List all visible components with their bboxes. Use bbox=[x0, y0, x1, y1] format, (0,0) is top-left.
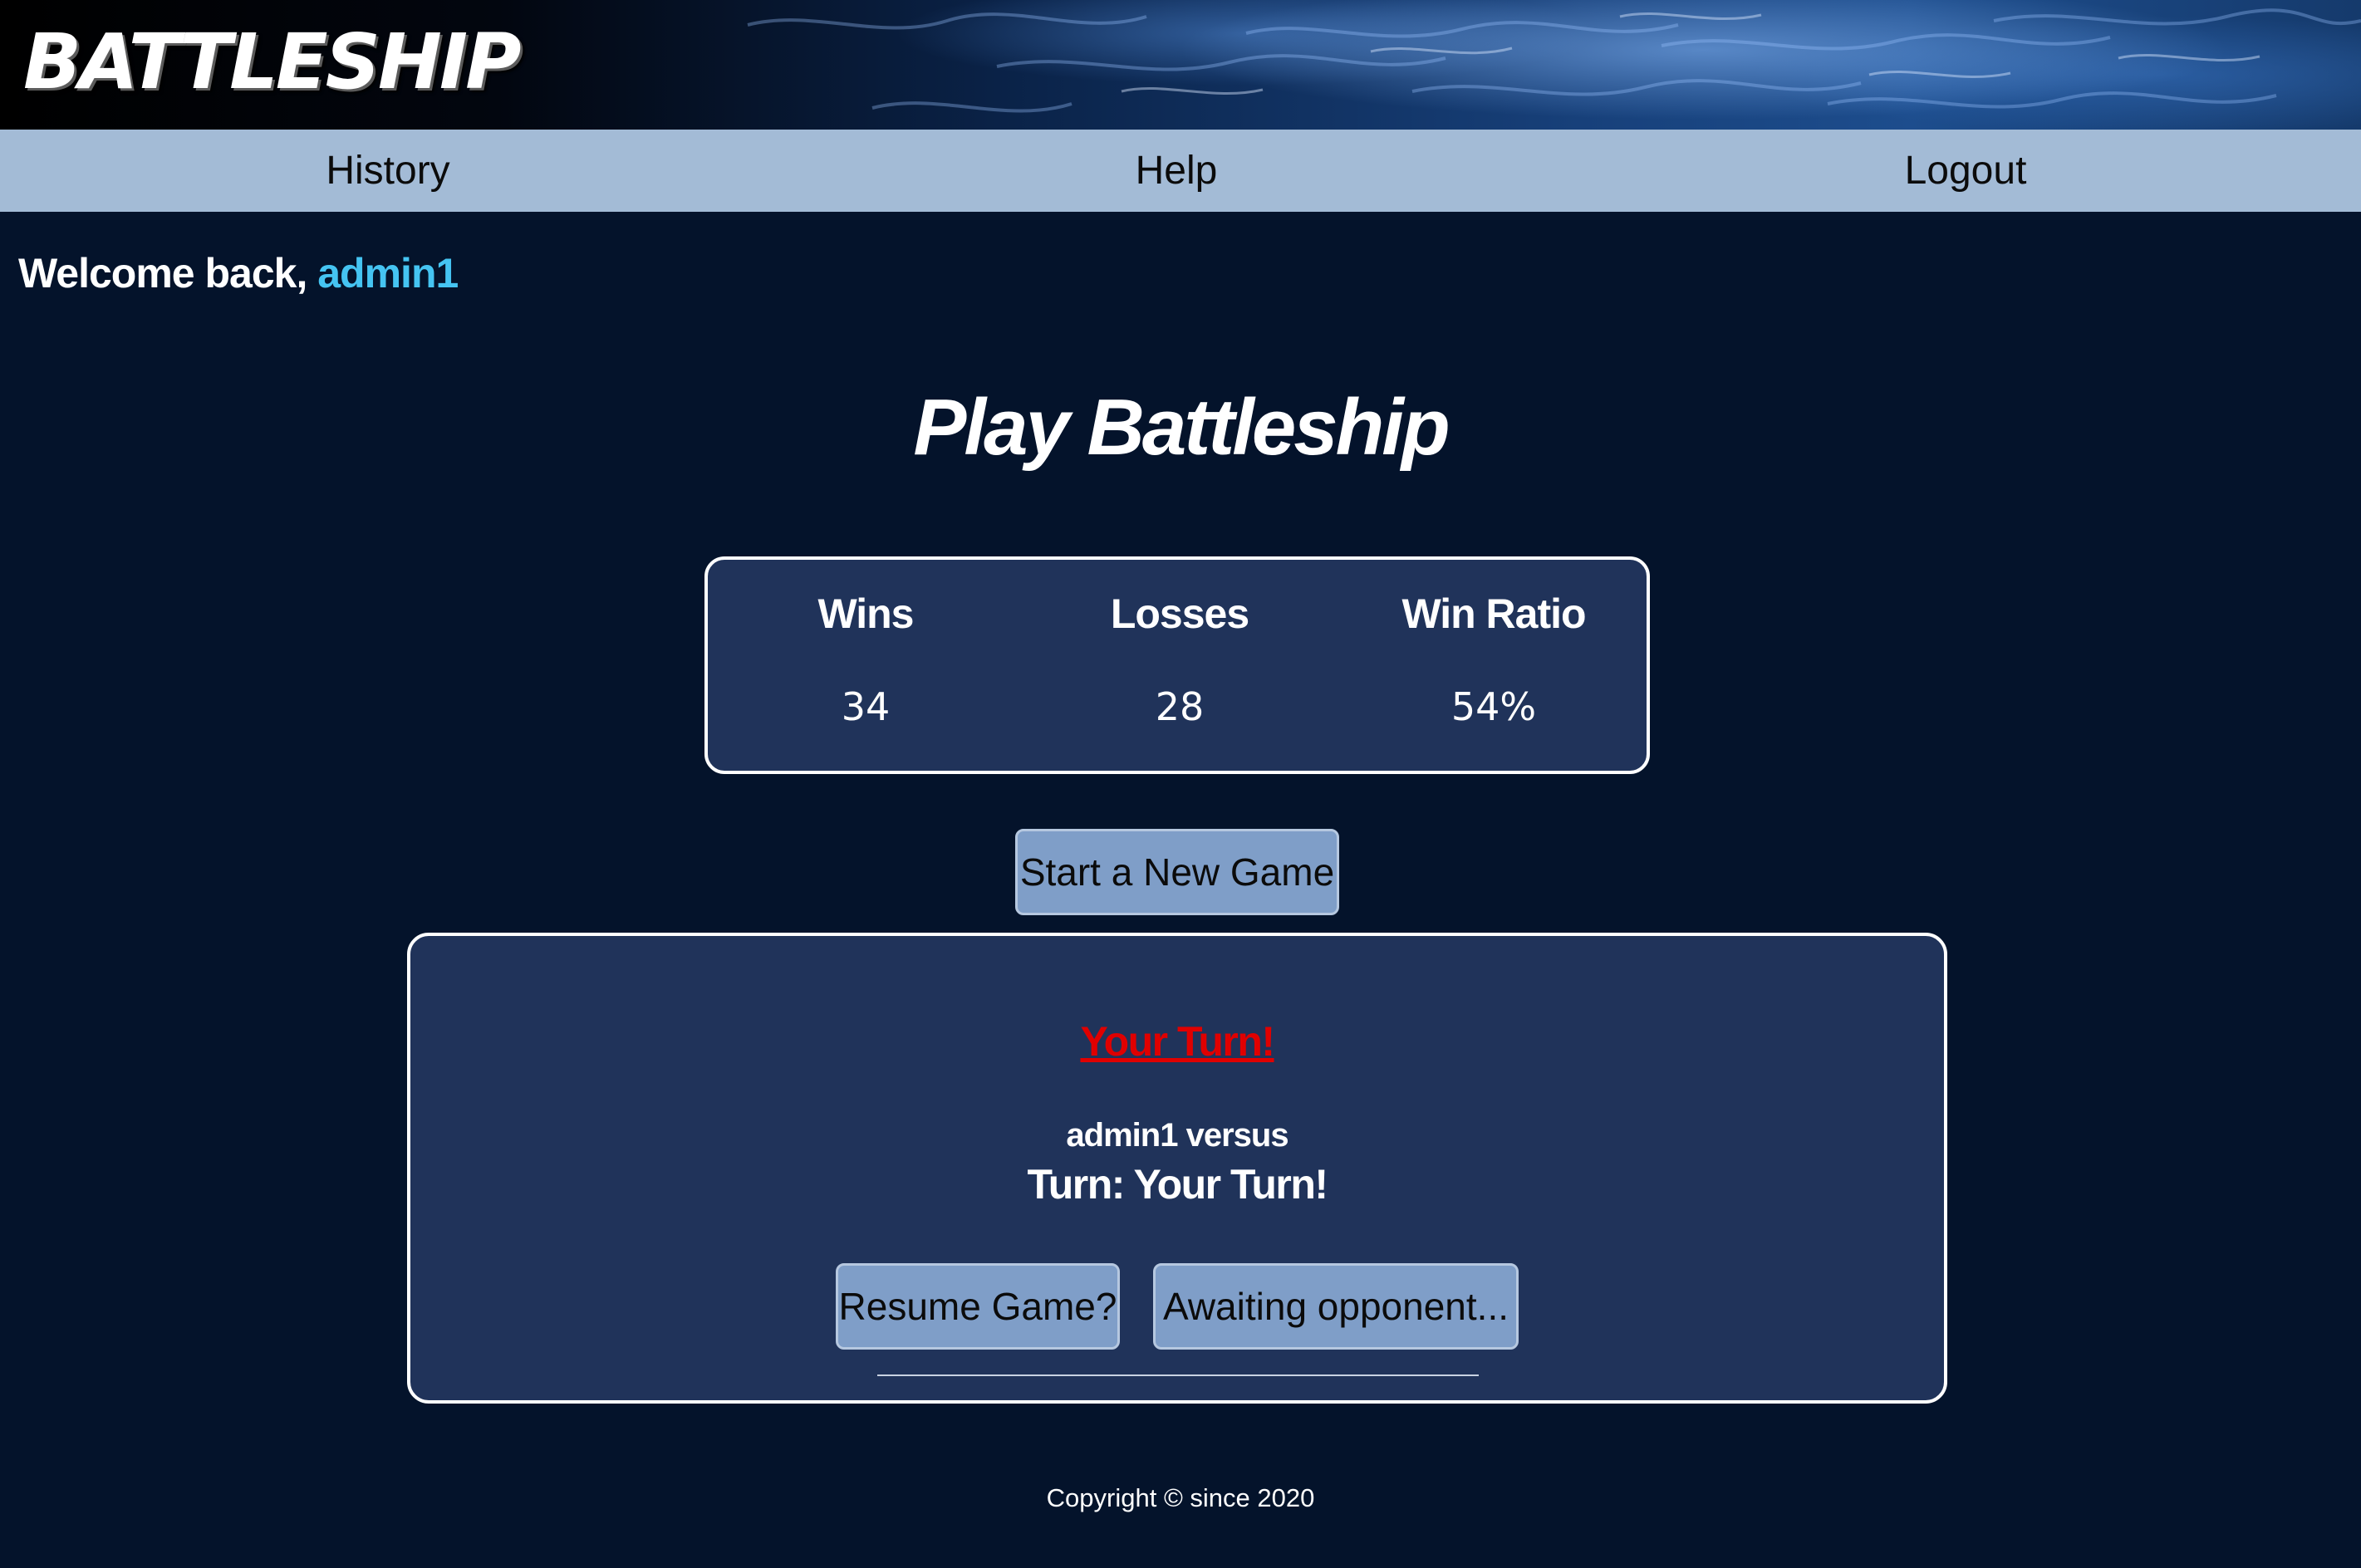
header-banner: BATTLESHIP bbox=[0, 0, 2361, 130]
welcome-prefix: Welcome back, bbox=[18, 250, 318, 296]
battleship-logo: BATTLESHIP bbox=[23, 17, 522, 106]
welcome-message: Welcome back, admin1 bbox=[18, 249, 459, 297]
main-nav: History Help Logout bbox=[0, 130, 2361, 212]
stat-wins-value: 34 bbox=[841, 684, 891, 729]
your-turn-link[interactable]: Your Turn! bbox=[410, 1017, 1944, 1066]
stat-losses-label: Losses bbox=[1110, 590, 1249, 637]
footer-copyright: Copyright © since 2020 bbox=[1046, 1483, 1315, 1512]
start-new-game-button[interactable]: Start a New Game bbox=[1015, 829, 1339, 915]
game-card: Your Turn! admin1 versus Turn: Your Turn… bbox=[407, 933, 1947, 1404]
stats-panel: Wins 34 Losses 28 Win Ratio 54% bbox=[704, 556, 1650, 774]
stat-losses-value: 28 bbox=[1155, 684, 1205, 729]
game-matchup: admin1 versus bbox=[1066, 1117, 1288, 1154]
welcome-username: admin1 bbox=[317, 250, 459, 296]
nav-history-link[interactable]: History bbox=[222, 130, 554, 212]
nav-help-link[interactable]: Help bbox=[1010, 130, 1342, 212]
awaiting-opponent-button[interactable]: Awaiting opponent... bbox=[1153, 1263, 1519, 1350]
game-turn-status: Turn: Your Turn! bbox=[1027, 1161, 1328, 1208]
page-title: Play Battleship bbox=[913, 383, 1450, 472]
stat-win-ratio-value: 54% bbox=[1450, 684, 1537, 729]
stat-wins-label: Wins bbox=[817, 590, 915, 637]
stat-win-ratio-label: Win Ratio bbox=[1401, 590, 1586, 637]
resume-game-button[interactable]: Resume Game? bbox=[836, 1263, 1120, 1350]
game-card-divider bbox=[877, 1374, 1479, 1376]
nav-logout-link[interactable]: Logout bbox=[1799, 130, 2132, 212]
